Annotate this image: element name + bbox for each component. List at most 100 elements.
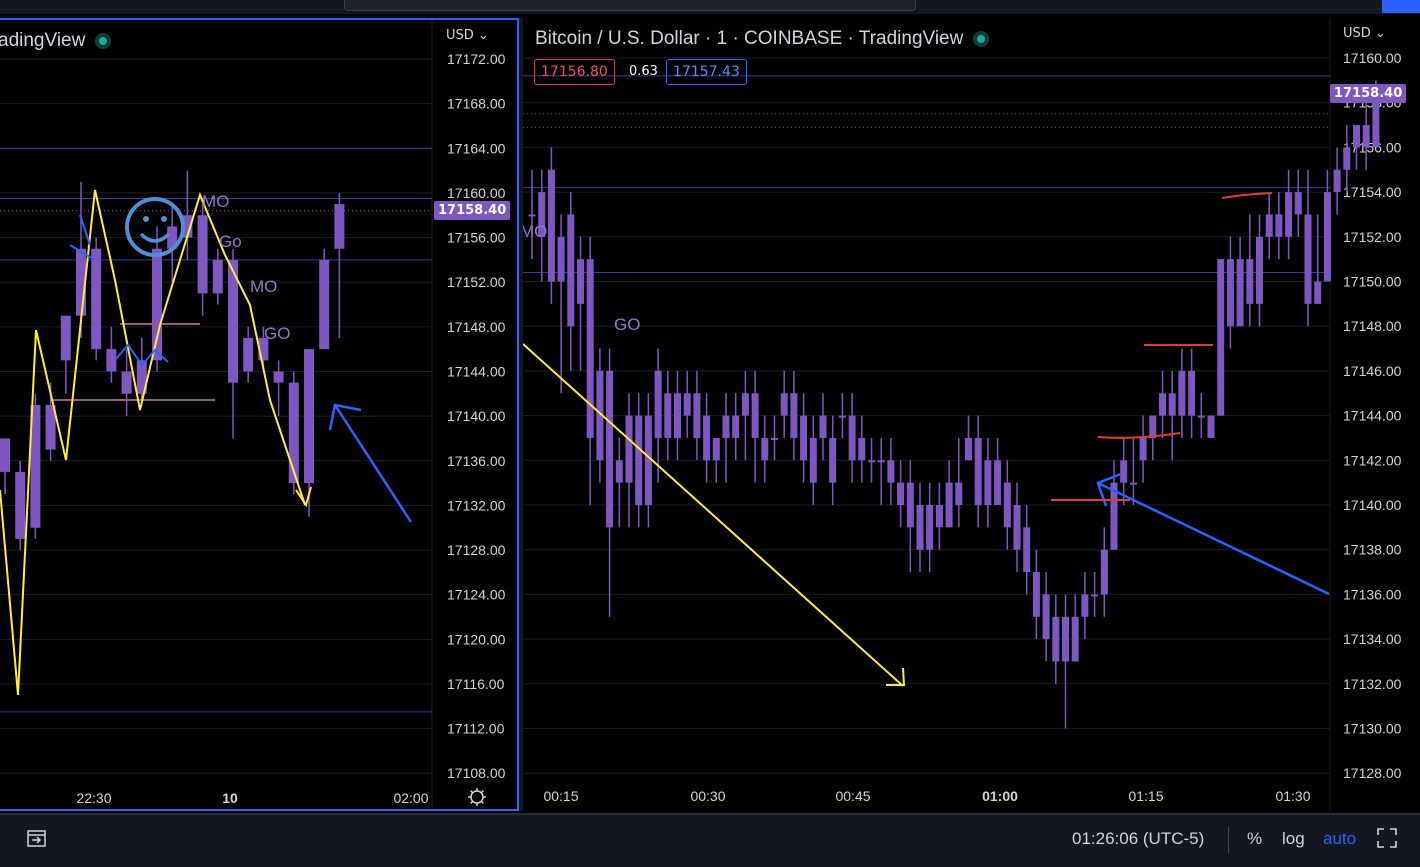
- candle-body: [1188, 370, 1196, 416]
- market-status-icon: [977, 34, 986, 43]
- candle-body: [1236, 259, 1244, 327]
- candle-body: [319, 259, 330, 350]
- clock-timezone[interactable]: 01:26:06 (UTC-5): [1072, 829, 1204, 849]
- candle-body: [945, 482, 953, 528]
- publish-button[interactable]: [1382, 0, 1420, 13]
- candle-body: [732, 415, 740, 438]
- percent-toggle[interactable]: %: [1247, 829, 1262, 849]
- arrow-head: [328, 403, 362, 431]
- annotation-text: GO: [614, 315, 640, 334]
- annotation-text: MO: [523, 222, 547, 241]
- candle-body: [1120, 460, 1128, 483]
- candle-body: [586, 259, 594, 438]
- candle-body: [693, 393, 701, 438]
- bottom-toolbar: 01:26:06 (UTC-5) % log auto: [0, 813, 1420, 867]
- candle-body: [197, 215, 208, 294]
- candle-body: [1013, 505, 1021, 550]
- blue-arrow: [333, 404, 413, 523]
- candle-body: [1265, 214, 1273, 237]
- candle-body: [528, 214, 536, 217]
- y-tick-label: 17152.00: [1343, 229, 1402, 245]
- candle-body: [1081, 594, 1089, 617]
- arrow-head: [886, 667, 906, 686]
- candle-body: [819, 415, 827, 438]
- y-tick-label: 17132.00: [447, 497, 506, 513]
- support-line: [1221, 192, 1273, 199]
- candle-body: [654, 370, 662, 438]
- x-tick-label: 10: [222, 790, 238, 806]
- candle-body: [1226, 259, 1234, 327]
- candle-body: [106, 349, 117, 372]
- candle-body: [1100, 549, 1108, 595]
- candle-body: [935, 505, 943, 528]
- candle-body: [751, 393, 759, 438]
- y-tick-label: 17156.00: [447, 230, 506, 246]
- candle-body: [1091, 594, 1099, 597]
- pane-divider[interactable]: [519, 18, 523, 811]
- candle-body: [1052, 616, 1060, 662]
- candle-body: [965, 437, 972, 461]
- candle-body: [887, 460, 895, 483]
- candle-body: [984, 460, 992, 505]
- smiley-eye: [161, 216, 167, 222]
- candle-body: [1353, 125, 1360, 148]
- y-tick-label: 17128.00: [1343, 765, 1402, 781]
- currency-selector[interactable]: USD ⌄: [1343, 26, 1386, 41]
- candle-body: [577, 259, 584, 304]
- x-tick-label: 22:30: [76, 790, 111, 806]
- candle-body: [1139, 437, 1147, 461]
- y-tick-label: 17168.00: [447, 96, 506, 112]
- candle-body: [955, 482, 963, 505]
- yellow-arrow: [523, 343, 904, 687]
- candle-body: [1168, 393, 1176, 416]
- candle-body: [1333, 169, 1341, 193]
- annotation-text: GO: [264, 324, 290, 343]
- candle-body: [1372, 102, 1380, 148]
- y-tick-label: 17134.00: [1343, 631, 1402, 647]
- candle-body: [1178, 370, 1186, 416]
- candle-body: [1023, 527, 1031, 573]
- y-tick-label: 17108.00: [447, 765, 506, 781]
- gear-icon: [468, 788, 486, 806]
- y-tick-label: 17140.00: [1343, 497, 1402, 513]
- auto-toggle[interactable]: auto: [1323, 829, 1356, 849]
- candle-body: [1314, 281, 1322, 304]
- log-toggle[interactable]: log: [1282, 829, 1305, 849]
- candle-body: [848, 415, 856, 461]
- candle-body: [674, 393, 681, 438]
- last-price-label: 17158.40: [1330, 84, 1407, 103]
- toolbar-group[interactable]: [344, 0, 916, 11]
- candle-body: [897, 482, 905, 505]
- currency-selector[interactable]: USD ⌄: [446, 28, 489, 43]
- y-tick-label: 17148.00: [447, 319, 506, 335]
- date-range-icon[interactable]: [26, 827, 48, 854]
- chart-canvas-left[interactable]: 17172.00 17168.00 17164.00 17160.00 17156.00…: [0, 20, 517, 811]
- y-tick-label: 17136.00: [1343, 586, 1402, 602]
- annotation-text: MO: [250, 277, 277, 296]
- candle-body: [916, 505, 924, 550]
- y-tick-label: 17130.00: [1343, 721, 1402, 737]
- candle-body: [1217, 259, 1225, 416]
- sell-price-button[interactable]: 17156.80: [534, 59, 615, 85]
- candle-body: [288, 382, 299, 484]
- candle-body: [635, 415, 643, 505]
- candle-body: [722, 415, 730, 438]
- y-tick-label: 17124.00: [447, 587, 506, 603]
- y-tick-label: 17152.00: [447, 274, 506, 290]
- candle-body: [800, 415, 808, 461]
- chart-pane-right[interactable]: 17160.0017158.0017156.0017154.0017152.00…: [523, 18, 1420, 811]
- last-price-label: 17158.40: [434, 201, 511, 220]
- candle-body: [1246, 259, 1254, 304]
- fullscreen-icon[interactable]: [1376, 827, 1398, 854]
- candle-body: [1294, 192, 1302, 215]
- candle-body: [152, 248, 162, 361]
- candle-body: [683, 393, 691, 416]
- y-tick-label: 17140.00: [447, 408, 506, 424]
- candle-body: [567, 214, 575, 327]
- buy-price-button[interactable]: 17157.43: [666, 59, 747, 85]
- chart-pane-left[interactable]: 17172.00 17168.00 17164.00 17160.00 17156.00…: [0, 18, 519, 811]
- y-tick-label: 17156.00: [1343, 139, 1402, 155]
- candle-body: [243, 338, 254, 372]
- chart-canvas-right[interactable]: 17160.0017158.0017156.0017154.0017152.00…: [523, 18, 1420, 811]
- candle-body: [780, 393, 788, 416]
